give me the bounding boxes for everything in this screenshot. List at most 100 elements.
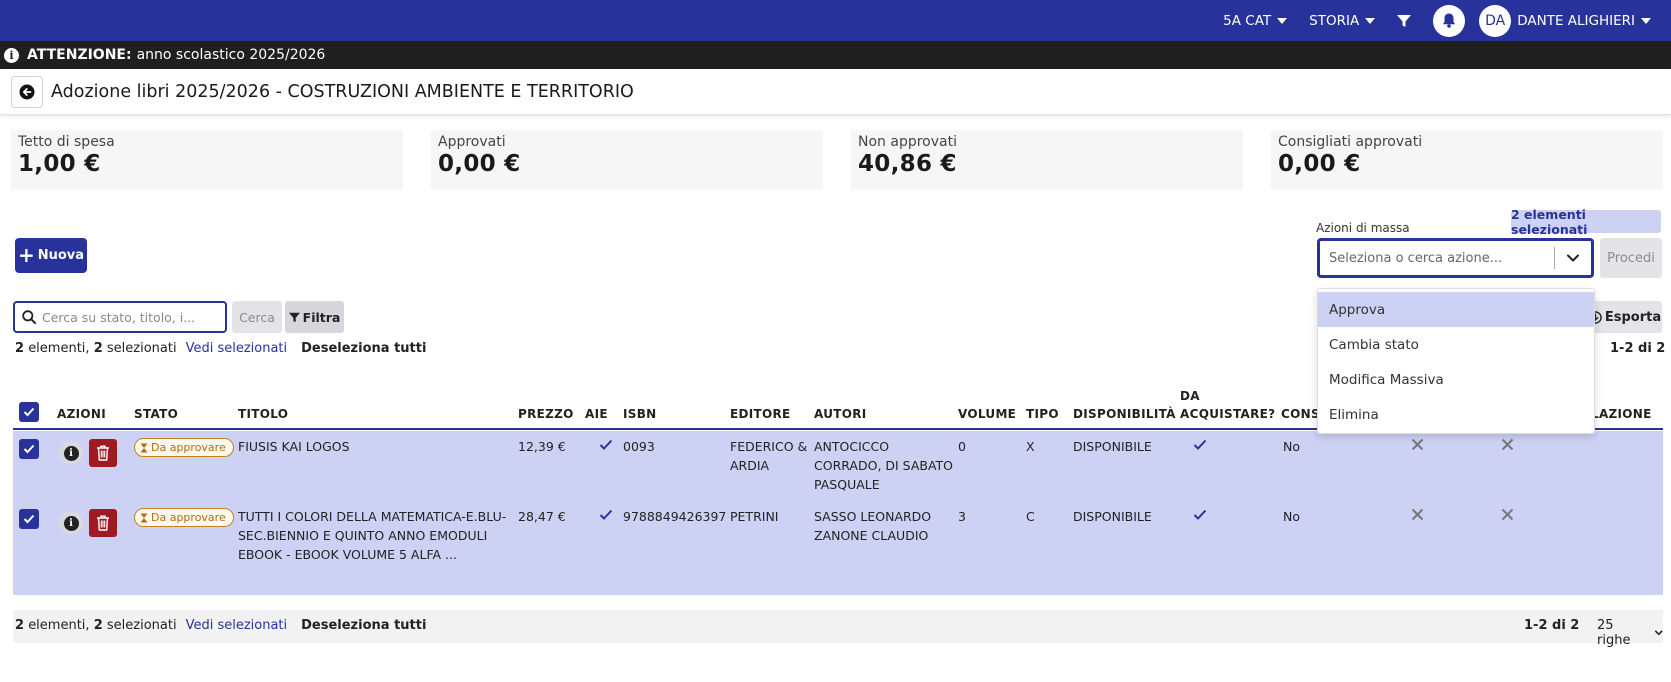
deselect-all-link[interactable]: Deseleziona tutti bbox=[301, 341, 426, 356]
col-da-acquistare-line2[interactable]: ACQUISTARE? bbox=[1180, 407, 1275, 421]
col-disponibilita[interactable]: DISPONIBILITÀ bbox=[1073, 407, 1176, 421]
card-recommended-approved: Consigliati approvati 0,00 € bbox=[1271, 130, 1663, 190]
subject-dropdown[interactable]: STORIA bbox=[1309, 12, 1376, 29]
top-navbar: 5A CAT STORIA DA DANTE ALIGHIERI bbox=[0, 0, 1671, 41]
export-button[interactable]: Esporta bbox=[1588, 301, 1662, 333]
user-name: DANTE ALIGHIERI bbox=[1517, 12, 1635, 29]
filter-icon[interactable] bbox=[1397, 14, 1412, 28]
check-icon bbox=[599, 439, 613, 450]
status-badge-label: Da approvare bbox=[151, 511, 226, 524]
col-azioni: AZIONI bbox=[57, 407, 106, 421]
items-count: 2 bbox=[15, 618, 25, 633]
col-consigliato[interactable]: CONS bbox=[1281, 407, 1320, 421]
cell-prezzo: 28,47 € bbox=[518, 509, 566, 524]
col-editore[interactable]: EDITORE bbox=[730, 407, 791, 421]
card-spending-limit: Tetto di spesa 1,00 € bbox=[11, 130, 403, 190]
mass-actions-menu: Approva Cambia stato Modifica Massiva El… bbox=[1317, 288, 1595, 434]
selected-count-text: selezionati bbox=[106, 341, 177, 356]
caret-down-icon bbox=[1277, 17, 1288, 24]
cell-consigliato: No bbox=[1283, 509, 1300, 524]
caret-down-icon bbox=[1365, 17, 1376, 24]
mass-action-approve[interactable]: Approva bbox=[1318, 292, 1594, 327]
col-volume[interactable]: VOLUME bbox=[958, 407, 1016, 421]
cell-autori: ANTOCICCO CORRADO, DI SABATO PASQUALE bbox=[814, 439, 954, 492]
card-label: Tetto di spesa bbox=[18, 134, 115, 150]
table-row: i Da approvare FIUSIS KAI LOGOS 12,39 € … bbox=[13, 431, 1663, 501]
mass-action-bulk-edit[interactable]: Modifica Massiva bbox=[1318, 362, 1594, 397]
chevron-down-icon bbox=[1654, 630, 1663, 636]
col-stato[interactable]: STATO bbox=[134, 407, 178, 421]
export-button-label: Esporta bbox=[1604, 309, 1662, 325]
mass-actions-label: Azioni di massa bbox=[1316, 221, 1410, 235]
mass-action-change-status[interactable]: Cambia stato bbox=[1318, 327, 1594, 362]
col-cancellazione[interactable]: LAZIONE bbox=[1591, 407, 1652, 421]
hourglass-icon bbox=[140, 443, 148, 452]
plus-icon: + bbox=[17, 242, 35, 267]
col-autori[interactable]: AUTORI bbox=[814, 407, 867, 421]
info-button[interactable]: i bbox=[59, 441, 83, 465]
card-approved: Approvati 0,00 € bbox=[431, 130, 823, 190]
col-aie[interactable]: AIE bbox=[585, 407, 608, 421]
items-count-text: elementi, bbox=[28, 618, 90, 633]
card-value: 40,86 € bbox=[858, 151, 957, 177]
row-checkbox[interactable] bbox=[19, 439, 39, 459]
budget-summary-cards: Tetto di spesa 1,00 € Approvati 0,00 € N… bbox=[11, 130, 1663, 190]
page-header: Adozione libri 2025/2026 - COSTRUZIONI A… bbox=[0, 69, 1671, 115]
col-isbn[interactable]: ISBN bbox=[623, 407, 657, 421]
items-count: 2 bbox=[15, 341, 25, 356]
chevron-down-icon[interactable] bbox=[1555, 253, 1591, 263]
filter-icon bbox=[288, 312, 300, 322]
search-field[interactable] bbox=[13, 301, 227, 333]
card-label: Consigliati approvati bbox=[1278, 134, 1423, 150]
select-all-checkbox[interactable] bbox=[19, 402, 39, 422]
caret-down-icon bbox=[1641, 17, 1651, 24]
selection-summary-bottom: 2 elementi, 2 selezionati Vedi seleziona… bbox=[15, 618, 426, 633]
info-icon: i bbox=[63, 515, 79, 531]
trash-icon bbox=[97, 445, 109, 461]
user-avatar[interactable]: DA bbox=[1479, 4, 1512, 37]
mass-actions-select[interactable]: Seleziona o cerca azione... bbox=[1317, 238, 1594, 278]
card-label: Non approvati bbox=[858, 134, 957, 150]
selected-count-badge: 2 elementi selezionati bbox=[1511, 207, 1661, 237]
pagination-info-top: 1-2 di 2 bbox=[1610, 341, 1666, 356]
cell-disponibilita: DISPONIBILE bbox=[1073, 439, 1152, 454]
selection-summary-top: 2 elementi, 2 selezionati Vedi seleziona… bbox=[15, 341, 426, 356]
search-input[interactable] bbox=[42, 309, 212, 325]
view-selected-link[interactable]: Vedi selezionati bbox=[186, 618, 288, 633]
col-da-acquistare-line1[interactable]: DA bbox=[1180, 389, 1200, 403]
x-icon bbox=[1411, 438, 1424, 451]
cell-volume: 3 bbox=[958, 509, 966, 524]
col-tipo[interactable]: TIPO bbox=[1026, 407, 1059, 421]
col-titolo[interactable]: TITOLO bbox=[238, 407, 288, 421]
mass-action-delete[interactable]: Elimina bbox=[1318, 397, 1594, 432]
rows-per-page-value: 25 righe bbox=[1597, 618, 1631, 648]
alert-label: ATTENZIONE: bbox=[27, 47, 132, 63]
delete-button[interactable] bbox=[89, 509, 117, 537]
deselect-all-link[interactable]: Deseleziona tutti bbox=[301, 618, 426, 633]
table-body: i Da approvare FIUSIS KAI LOGOS 12,39 € … bbox=[13, 431, 1663, 595]
cell-consigliato: No bbox=[1283, 439, 1300, 454]
card-value: 0,00 € bbox=[1278, 151, 1361, 177]
status-badge: Da approvare bbox=[134, 508, 234, 527]
check-icon bbox=[23, 407, 35, 417]
delete-button[interactable] bbox=[89, 439, 117, 467]
rows-per-page-select[interactable]: 25 righe bbox=[1597, 618, 1663, 648]
selected-count: 2 bbox=[93, 341, 103, 356]
subject-dropdown-label: STORIA bbox=[1309, 12, 1360, 29]
notifications-button[interactable] bbox=[1433, 4, 1466, 37]
filter-button-label: Filtra bbox=[302, 309, 341, 325]
view-selected-link[interactable]: Vedi selezionati bbox=[186, 341, 288, 356]
new-button[interactable]: + Nuova bbox=[15, 238, 87, 273]
back-button[interactable] bbox=[11, 75, 43, 108]
selected-count-text: selezionati bbox=[106, 618, 177, 633]
col-prezzo[interactable]: PREZZO bbox=[518, 407, 574, 421]
info-icon: i bbox=[63, 445, 79, 461]
row-checkbox[interactable] bbox=[19, 509, 39, 529]
info-button[interactable]: i bbox=[59, 511, 83, 535]
search-button[interactable]: Cerca bbox=[232, 301, 282, 333]
class-dropdown[interactable]: 5A CAT bbox=[1223, 13, 1288, 29]
filter-button[interactable]: Filtra bbox=[285, 301, 344, 333]
hourglass-icon bbox=[140, 513, 148, 522]
proceed-button[interactable]: Procedi bbox=[1600, 238, 1662, 278]
user-menu-dropdown[interactable]: DANTE ALIGHIERI bbox=[1517, 13, 1651, 29]
